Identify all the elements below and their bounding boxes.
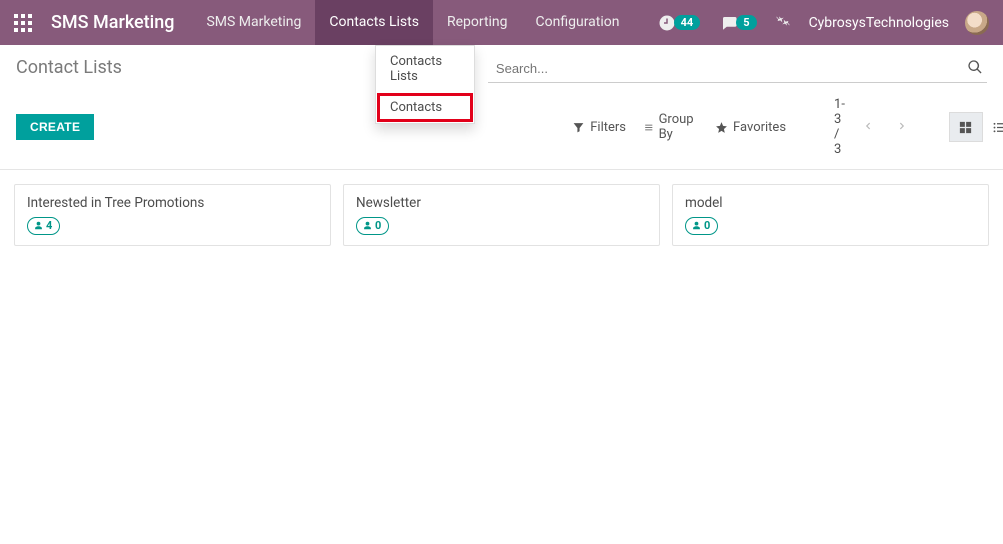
groupby-label: Group By <box>659 112 697 142</box>
avatar[interactable] <box>965 11 989 35</box>
funnel-icon <box>572 121 585 134</box>
activity-button[interactable]: 44 <box>648 0 711 45</box>
discuss-button[interactable]: 5 <box>710 0 766 45</box>
card-title: Interested in Tree Promotions <box>27 195 318 211</box>
breadcrumb: Contact Lists <box>16 57 122 78</box>
kanban-board: Interested in Tree Promotions 4 Newslett… <box>0 170 1003 260</box>
filters-label: Filters <box>590 120 626 135</box>
control-panel: Contact Lists CREATE Filters Group By <box>0 45 1003 170</box>
card-title: Newsletter <box>356 195 647 211</box>
groupby-button[interactable]: Group By <box>644 112 697 142</box>
contact-count: 0 <box>704 218 710 233</box>
search-input[interactable] <box>496 61 987 76</box>
list-icon <box>644 121 654 134</box>
pager: 1-3 / 3 <box>834 97 913 157</box>
star-icon <box>715 121 728 134</box>
card-title: model <box>685 195 976 211</box>
kanban-card[interactable]: Newsletter 0 <box>343 184 660 246</box>
topbar: SMS Marketing SMS Marketing Contacts Lis… <box>0 0 1003 45</box>
kanban-view-button[interactable] <box>949 112 983 142</box>
contact-count: 4 <box>46 218 52 233</box>
nav-contacts-lists[interactable]: Contacts Lists <box>315 0 433 45</box>
kanban-card[interactable]: model 0 <box>672 184 989 246</box>
favorites-button[interactable]: Favorites <box>715 120 786 135</box>
dropdown-item-contacts[interactable]: Contacts <box>376 92 474 123</box>
contact-count-chip[interactable]: 0 <box>356 217 389 235</box>
person-icon <box>34 221 43 230</box>
kanban-card[interactable]: Interested in Tree Promotions 4 <box>14 184 331 246</box>
contact-count-chip[interactable]: 4 <box>27 217 60 235</box>
debug-icon[interactable] <box>767 13 799 33</box>
person-icon <box>692 221 701 230</box>
view-switcher <box>949 112 1003 142</box>
user-menu[interactable]: CybrosysTechnologies <box>799 15 963 31</box>
list-view-icon <box>992 120 1003 135</box>
activity-badge: 44 <box>674 15 701 30</box>
clock-icon <box>658 14 676 32</box>
pager-text: 1-3 / 3 <box>834 97 845 157</box>
pager-prev[interactable] <box>857 116 879 139</box>
nav-reporting[interactable]: Reporting <box>433 0 522 45</box>
apps-icon[interactable] <box>0 0 45 45</box>
list-view-button[interactable] <box>983 112 1003 142</box>
contacts-lists-dropdown: Contacts Lists Contacts <box>375 45 475 124</box>
pager-next[interactable] <box>891 116 913 139</box>
dropdown-item-contacts-lists[interactable]: Contacts Lists <box>376 46 474 92</box>
chevron-right-icon <box>897 121 907 131</box>
nav-configuration[interactable]: Configuration <box>522 0 634 45</box>
create-button[interactable]: CREATE <box>16 114 94 140</box>
person-icon <box>363 221 372 230</box>
filters-bar: Filters Group By Favorites 1-3 / 3 <box>572 97 1003 157</box>
nav-sms-marketing[interactable]: SMS Marketing <box>192 0 315 45</box>
filters-button[interactable]: Filters <box>572 120 626 135</box>
favorites-label: Favorites <box>733 120 786 135</box>
topbar-right: 44 5 CybrosysTechnologies <box>648 0 1003 45</box>
contact-count-chip[interactable]: 0 <box>685 217 718 235</box>
search-box <box>488 55 987 83</box>
kanban-icon <box>958 120 973 135</box>
search-icon[interactable] <box>967 59 983 79</box>
chevron-left-icon <box>863 121 873 131</box>
app-brand[interactable]: SMS Marketing <box>45 12 192 33</box>
contact-count: 0 <box>375 218 381 233</box>
discuss-badge: 5 <box>736 15 756 30</box>
